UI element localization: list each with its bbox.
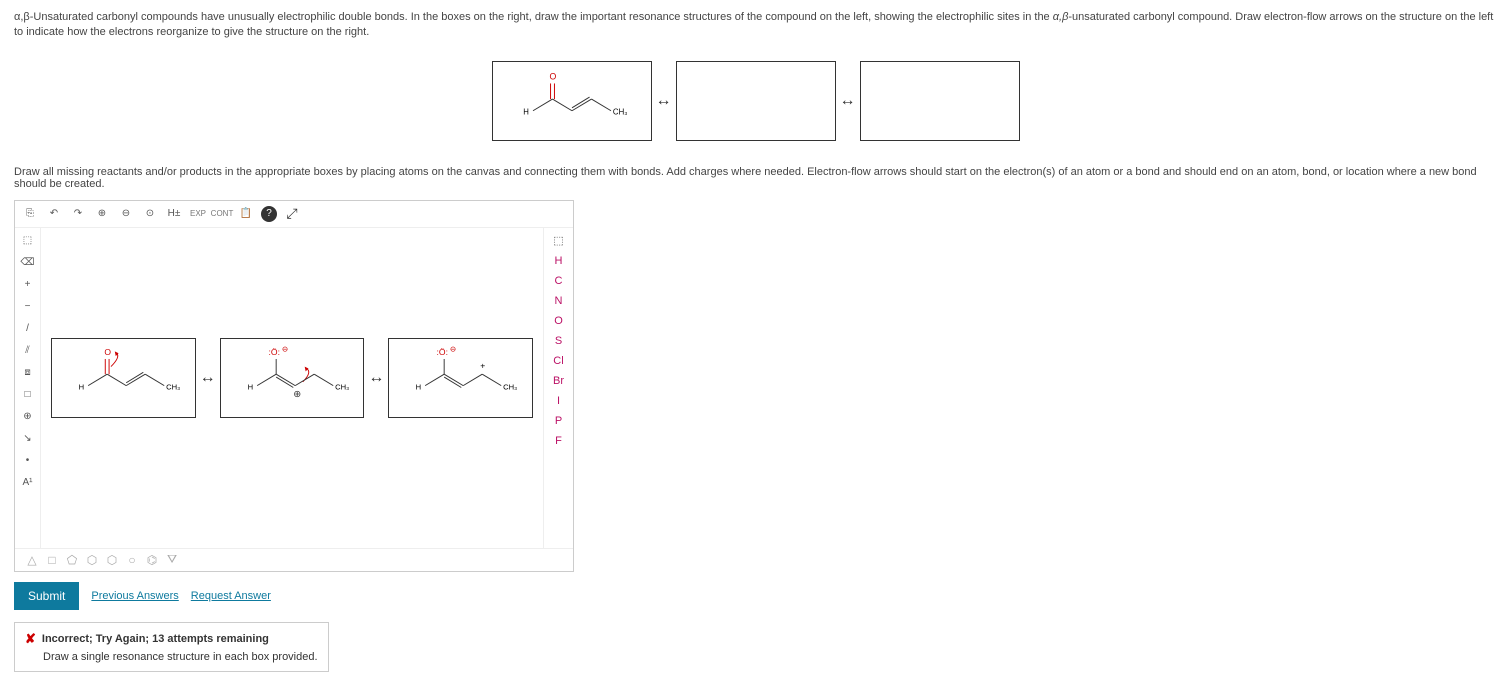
mol2-o: :Ö:: [268, 347, 279, 357]
submit-button[interactable]: Submit: [14, 582, 79, 610]
arrow-tool[interactable]: ↘: [18, 430, 38, 448]
label-tool[interactable]: A¹: [18, 474, 38, 492]
undo-button[interactable]: ↶: [45, 205, 63, 223]
mol2-h: H: [247, 382, 252, 391]
zoom-out-button[interactable]: ⊖: [117, 205, 135, 223]
atom-cl-button[interactable]: Cl: [549, 352, 569, 370]
atom-n-button[interactable]: N: [549, 292, 569, 310]
atom-i-button[interactable]: I: [549, 392, 569, 410]
hexagon-ring[interactable]: ⬡: [85, 553, 99, 567]
mol2-neg: ⊖: [282, 344, 288, 353]
instruction-text: Draw all missing reactants and/or produc…: [14, 166, 1497, 190]
new-button[interactable]: ⎘: [21, 205, 39, 223]
toolbar-top: ⎘ ↶ ↷ ⊕ ⊖ ⊙ H± EXP CONT 📋 ? ⤢: [15, 201, 573, 228]
exp-button[interactable]: EXP: [189, 205, 207, 223]
incorrect-icon: ✘: [25, 631, 36, 647]
benzene-ring[interactable]: ⌬: [145, 553, 159, 567]
answer-box-2[interactable]: :Ö: ⊖ H ⊕: [220, 338, 365, 418]
atom-ch3: CH₃: [612, 107, 626, 116]
marquee-tool[interactable]: ⬚: [549, 232, 569, 250]
right-toolbar: ⬚ H C N O S Cl Br I P F: [543, 228, 573, 548]
feedback-detail: Draw a single resonance structure in eac…: [43, 651, 318, 663]
atom-h-button[interactable]: H: [549, 252, 569, 270]
reference-box-2: [676, 61, 836, 141]
mol3-h: H: [416, 382, 421, 391]
reference-box-1: O H CH₃: [492, 61, 652, 141]
box-tool[interactable]: □: [18, 386, 38, 404]
atom-br-button[interactable]: Br: [549, 372, 569, 390]
question-part1: α,β-Unsaturated carbonyl compounds have …: [14, 11, 1053, 23]
erase-tool[interactable]: ⌫: [18, 254, 38, 272]
square-ring[interactable]: □: [45, 553, 59, 567]
atom-c-button[interactable]: C: [549, 272, 569, 290]
double-bond-tool[interactable]: ⫽: [18, 342, 38, 360]
triangle-ring[interactable]: △: [25, 553, 39, 567]
drawing-canvas[interactable]: O H CH₃: [41, 228, 543, 548]
feedback-box: ✘ Incorrect; Try Again; 13 attempts rema…: [14, 622, 329, 672]
resonance-arrow-1: ↔: [656, 92, 672, 110]
mol3-o: :Ö:: [437, 347, 448, 357]
mol2-ch3: CH₃: [335, 382, 349, 391]
hex2-ring[interactable]: ○: [125, 553, 139, 567]
mol3-ch3: CH₃: [503, 382, 517, 391]
group-tool[interactable]: ⧈: [18, 364, 38, 382]
submit-row: Submit Previous Answers Request Answer: [14, 582, 574, 610]
mol1-h: H: [79, 382, 84, 391]
resonance-arrow-2: ↔: [840, 92, 856, 110]
lone-pair-tool[interactable]: ⊕: [18, 408, 38, 426]
previous-answers-link[interactable]: Previous Answers: [91, 590, 178, 602]
chair-ring[interactable]: ⛛: [165, 553, 179, 567]
atom-o: O: [549, 71, 556, 81]
canvas-arrow-2: ↔: [368, 369, 384, 387]
mol1-ch3: CH₃: [166, 382, 180, 391]
redo-button[interactable]: ↷: [69, 205, 87, 223]
answer-box-1[interactable]: O H CH₃: [51, 338, 196, 418]
atom-h: H: [523, 107, 529, 116]
radical-tool[interactable]: •: [18, 452, 38, 470]
zoom-in-button[interactable]: ⊕: [93, 205, 111, 223]
expand-button[interactable]: ⤢: [283, 205, 301, 223]
reference-boxes-row: O H CH₃ ↔ ↔: [14, 61, 1497, 141]
heptagon-ring[interactable]: ⬡: [105, 553, 119, 567]
hydrogen-toggle[interactable]: H±: [165, 205, 183, 223]
reference-box-3: [860, 61, 1020, 141]
mol3-neg: ⊖: [450, 344, 456, 353]
request-answer-link[interactable]: Request Answer: [191, 590, 271, 602]
mol3-pos: +: [481, 360, 486, 370]
left-toolbar: ⬚ ⌫ + − / ⫽ ⧈ □ ⊕ ↘ • A¹: [15, 228, 41, 548]
zoom-fit-button[interactable]: ⊙: [141, 205, 159, 223]
atom-o-button[interactable]: O: [549, 312, 569, 330]
mol1-o: O: [104, 347, 111, 357]
atom-s-button[interactable]: S: [549, 332, 569, 350]
pentagon-ring[interactable]: ⬠: [65, 553, 79, 567]
select-tool[interactable]: ⬚: [18, 232, 38, 250]
answer-box-3[interactable]: :Ö: ⊖ H + CH₃: [388, 338, 533, 418]
question-italic: α,β: [1053, 11, 1069, 23]
atom-f-button[interactable]: F: [549, 432, 569, 450]
single-bond-tool[interactable]: /: [18, 320, 38, 338]
bottom-shapes-toolbar: △ □ ⬠ ⬡ ⬡ ○ ⌬ ⛛: [15, 548, 573, 571]
charge-plus-tool[interactable]: +: [18, 276, 38, 294]
mol2-pos: ⊕: [293, 389, 301, 400]
clipboard-button[interactable]: 📋: [237, 205, 255, 223]
atom-p-button[interactable]: P: [549, 412, 569, 430]
cont-button[interactable]: CONT: [213, 205, 231, 223]
structure-editor: ⎘ ↶ ↷ ⊕ ⊖ ⊙ H± EXP CONT 📋 ? ⤢ ⬚ ⌫ + −: [14, 200, 574, 572]
molecule-given: O H CH₃: [493, 62, 651, 140]
help-button[interactable]: ?: [261, 206, 277, 222]
question-text: α,β-Unsaturated carbonyl compounds have …: [14, 10, 1497, 41]
canvas-arrow-1: ↔: [200, 369, 216, 387]
charge-minus-tool[interactable]: −: [18, 298, 38, 316]
